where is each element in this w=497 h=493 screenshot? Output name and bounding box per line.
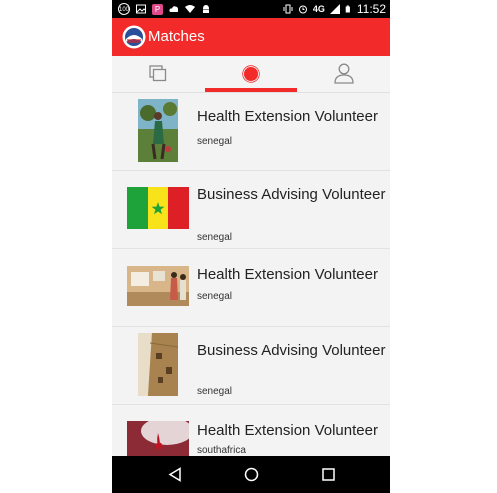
battery-icon bbox=[345, 5, 350, 13]
list-item[interactable]: Business Advising Volunteer senegal bbox=[112, 171, 390, 249]
wifi-icon bbox=[185, 5, 195, 13]
profile-icon bbox=[334, 63, 354, 84]
home-icon bbox=[244, 467, 259, 482]
page-title: Matches bbox=[148, 28, 205, 45]
tab-matches[interactable] bbox=[205, 56, 297, 92]
pinterest-icon: P bbox=[152, 3, 163, 15]
list-item[interactable]: Health Extension Volunteer senegal bbox=[112, 249, 390, 327]
match-title: Business Advising Volunteer bbox=[197, 342, 386, 359]
volunteer-photo bbox=[138, 99, 178, 162]
recents-button[interactable] bbox=[298, 456, 358, 493]
list-item[interactable]: Health Extension Volunteer senegal bbox=[112, 93, 390, 171]
home-button[interactable] bbox=[221, 456, 281, 493]
record-icon bbox=[242, 65, 260, 83]
tab-indicator bbox=[205, 88, 297, 92]
notification-badge-icon: 100 bbox=[118, 3, 130, 15]
match-location: southafrica bbox=[197, 445, 246, 456]
phone-screen: 100 P 4G 11:52 Matches Health Extension … bbox=[112, 0, 390, 493]
match-location: senegal bbox=[197, 136, 233, 147]
list-item[interactable]: Health Extension Volunteer southafrica bbox=[112, 405, 390, 456]
image-icon bbox=[136, 4, 146, 14]
peace-corps-logo[interactable] bbox=[122, 25, 146, 49]
matches-list: Health Extension Volunteer senegal Busin… bbox=[112, 93, 390, 456]
tab-gallery[interactable] bbox=[112, 56, 204, 92]
match-title: Health Extension Volunteer bbox=[197, 422, 378, 439]
list-item[interactable]: Business Advising Volunteer senegal bbox=[112, 327, 390, 405]
status-bar: 100 P 4G 11:52 bbox=[112, 0, 390, 18]
cliff-dwelling-photo bbox=[138, 333, 178, 396]
gallery-icon bbox=[149, 65, 167, 82]
tab-bar bbox=[112, 56, 390, 93]
match-title: Health Extension Volunteer bbox=[197, 266, 378, 283]
network-type: 4G bbox=[312, 4, 325, 14]
match-title: Health Extension Volunteer bbox=[197, 108, 378, 125]
back-button[interactable] bbox=[144, 456, 204, 493]
vibrate-icon bbox=[283, 4, 293, 14]
match-title: Business Advising Volunteer bbox=[197, 186, 386, 203]
recents-icon bbox=[322, 468, 335, 481]
app-bar: Matches bbox=[112, 18, 390, 56]
cloud-upload-icon bbox=[169, 6, 179, 12]
match-location: senegal bbox=[197, 291, 233, 302]
blood-drop-photo bbox=[127, 421, 189, 456]
alarm-icon bbox=[298, 5, 307, 14]
match-location: senegal bbox=[197, 232, 233, 243]
tab-profile[interactable] bbox=[298, 56, 390, 92]
match-location: senegal bbox=[197, 386, 233, 397]
back-icon bbox=[168, 467, 181, 482]
classroom-photo bbox=[127, 266, 189, 306]
signal-icon bbox=[329, 4, 340, 14]
navigation-bar bbox=[112, 456, 390, 493]
senegal-flag bbox=[127, 187, 189, 229]
android-icon bbox=[203, 5, 209, 13]
clock: 11:52 bbox=[356, 2, 386, 16]
